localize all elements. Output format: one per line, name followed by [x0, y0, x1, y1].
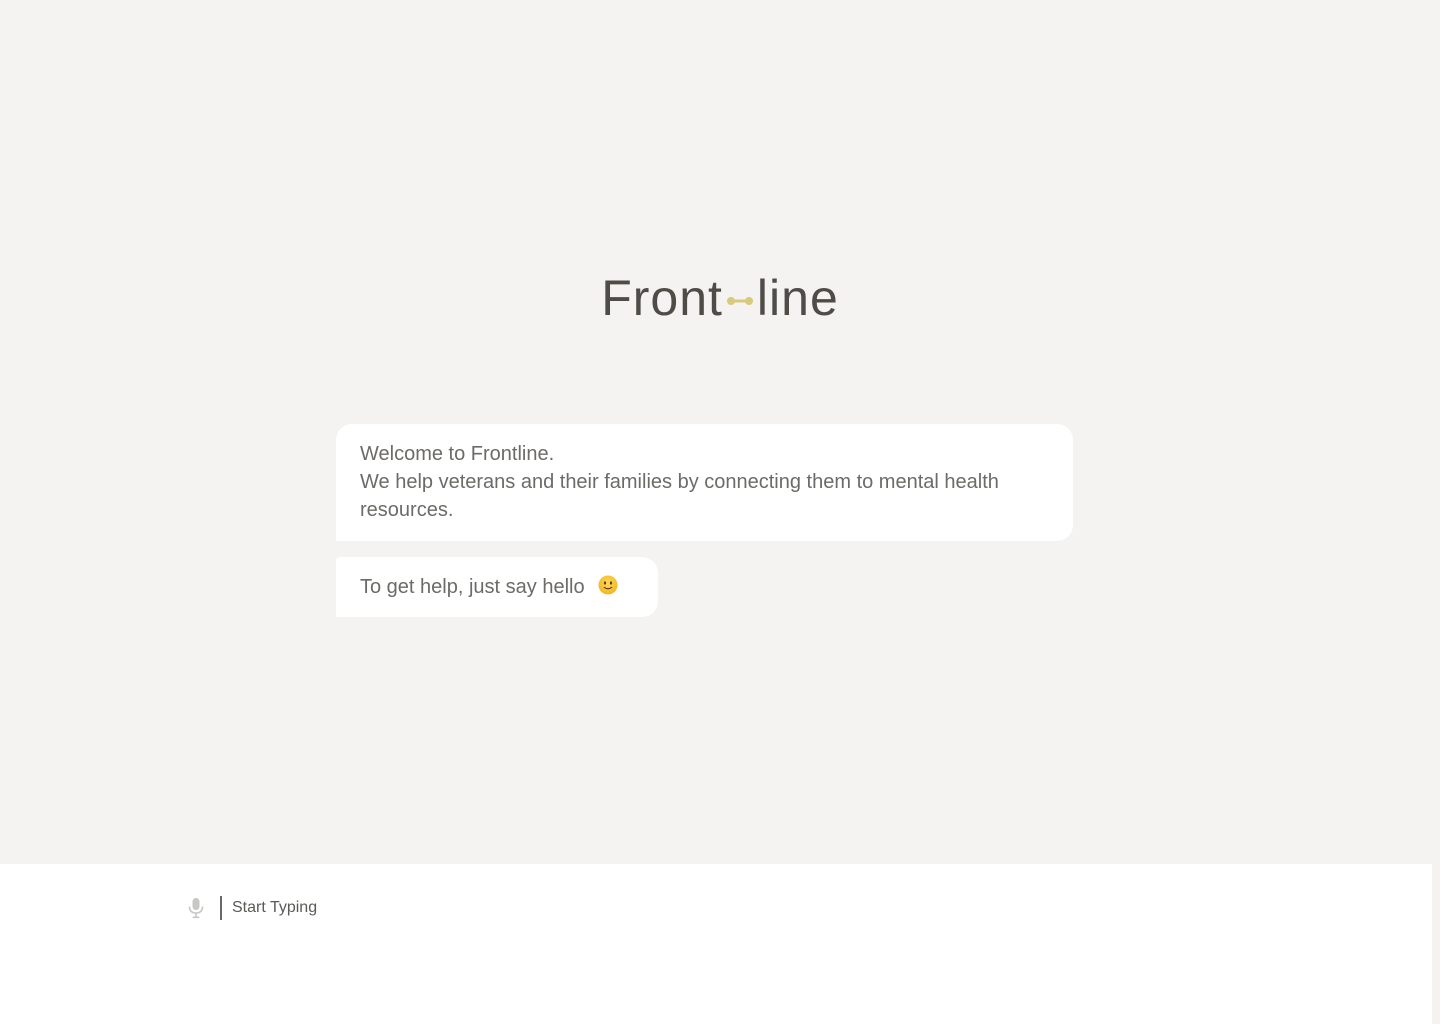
logo-connector-icon	[726, 296, 753, 305]
logo-text-line: line	[756, 269, 839, 326]
bot-message-welcome: Welcome to Frontline. We help veterans a…	[336, 424, 1073, 541]
app-logo: Front line	[0, 262, 1440, 330]
message-input-bar	[0, 864, 1432, 1024]
logo-text-front: Front	[601, 269, 723, 326]
slightly-smiling-face-icon	[598, 575, 618, 595]
text-cursor	[220, 896, 222, 920]
message-text: To get help, just say hello	[360, 576, 585, 598]
chat-page: Front line Welcome to Frontline. We help…	[0, 0, 1440, 1024]
message-line: We help veterans and their families by c…	[360, 471, 999, 521]
microphone-icon[interactable]	[186, 896, 206, 920]
bot-message-prompt: To get help, just say hello	[336, 557, 658, 617]
message-input[interactable]	[232, 894, 1132, 922]
message-line: Welcome to Frontline.	[360, 443, 555, 465]
